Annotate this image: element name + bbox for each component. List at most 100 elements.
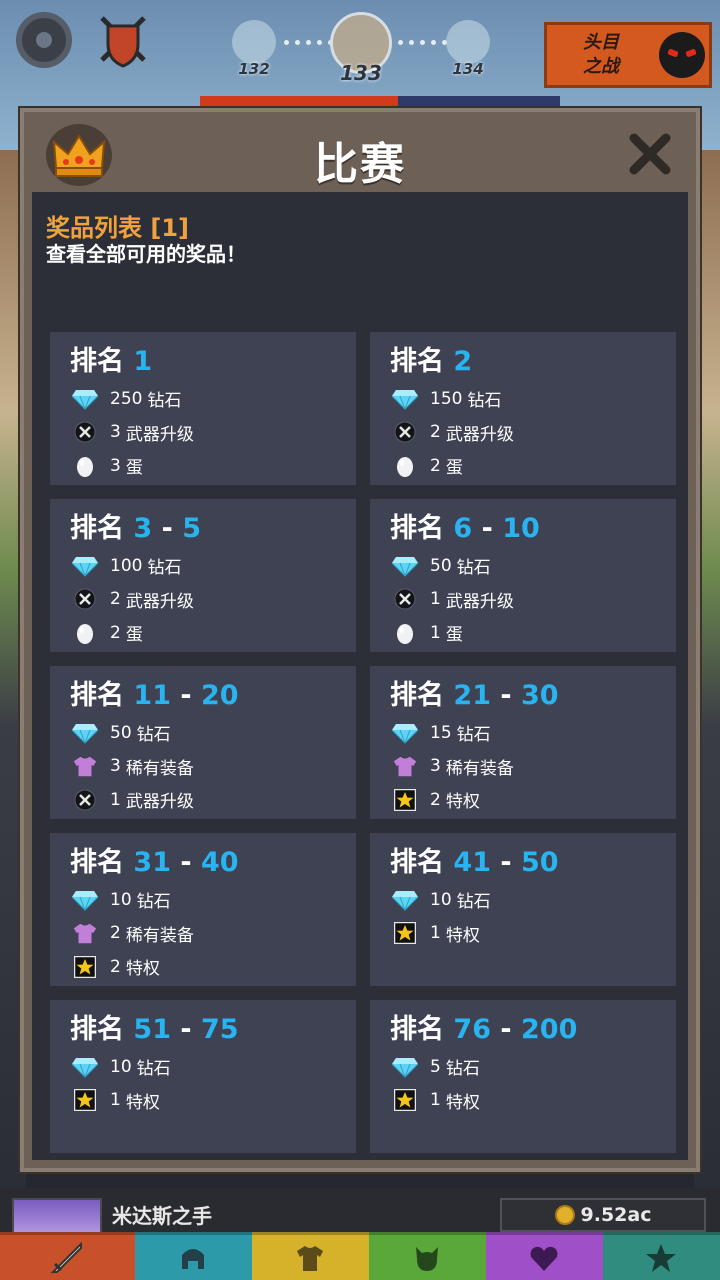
reward-item: 3 稀有装备 [70, 750, 356, 784]
reward-item: 1 特权 [390, 917, 676, 951]
privilege-star-icon [72, 954, 98, 980]
sword-icon [50, 1241, 83, 1273]
reward-amount: 10 [110, 889, 132, 910]
tab-sword[interactable] [0, 1232, 135, 1280]
rare-gear-icon [72, 920, 98, 946]
reward-amount: 5 [430, 1056, 441, 1077]
gold-counter: 9.52ac [500, 1198, 706, 1232]
diamond-icon [392, 386, 418, 412]
reward-label: 钻石 [136, 892, 171, 913]
rank-label: 排名 [390, 1014, 444, 1045]
reward-amount: 2 [110, 589, 121, 610]
diamond-icon [392, 1054, 418, 1080]
reward-amount: 2 [430, 789, 441, 810]
tab-armor[interactable] [251, 1232, 369, 1280]
reward-label: 特权 [125, 1092, 160, 1113]
gold-coin-icon [554, 1205, 575, 1225]
rank-label: 排名 [70, 346, 124, 377]
reward-label: 武器升级 [125, 591, 194, 612]
reward-amount: 2 [110, 622, 121, 643]
stage-dots [284, 40, 333, 46]
shirt-icon [297, 1245, 324, 1271]
reward-amount: 3 [430, 756, 441, 777]
reward-item: 2 特权 [390, 783, 676, 817]
privilege-star-icon [392, 1087, 418, 1113]
tab-helmet[interactable] [134, 1232, 252, 1280]
modal-header: 比赛 [24, 112, 696, 194]
heart-icon [530, 1246, 558, 1271]
tab-relic[interactable] [485, 1232, 603, 1280]
rank-range: 排名 2 [390, 342, 676, 382]
reward-label: 特权 [445, 925, 480, 946]
reward-amount: 100 [110, 555, 143, 576]
settings-gear-icon[interactable] [16, 12, 72, 68]
egg-icon [392, 620, 418, 646]
reward-item: 3 武器升级 [70, 416, 356, 450]
boss-battle-button[interactable]: 头目 之战 [544, 22, 712, 88]
modal-body: 奖品列表 [1] 查看全部可用的奖品！ 排名 1 250 钻石 3 武器升级 3 蛋排名 2… [32, 192, 688, 1160]
prize-tier-card: 排名 11 - 20 50 钻石 3 稀有装备 1 武器升级 [50, 666, 356, 819]
reward-amount: 1 [430, 589, 441, 610]
tab-achievements[interactable] [602, 1232, 720, 1280]
reward-item: 100 钻石 [70, 549, 356, 583]
reward-item: 2 特权 [70, 950, 356, 984]
reward-amount: 15 [430, 722, 452, 743]
reward-label: 钻石 [456, 725, 491, 746]
rank-to: 10 [502, 513, 540, 544]
rank-to: 50 [521, 847, 559, 878]
reward-item: 1蛋 [390, 616, 676, 650]
prize-tier-card: 排名 21 - 30 15 钻石 3 稀有装备 2 特权 [370, 666, 676, 819]
reward-label: 稀有装备 [125, 925, 194, 946]
rank-to: 200 [521, 1014, 578, 1045]
reward-amount: 50 [110, 722, 132, 743]
reward-amount: 2 [110, 956, 121, 977]
prize-tier-card: 排名 31 - 40 10 钻石 2 稀有装备 2 特权 [50, 833, 356, 986]
reward-label: 蛋 [445, 625, 463, 646]
rank-label: 排名 [390, 847, 444, 878]
close-icon[interactable] [624, 128, 676, 180]
crossed-swords-shield-icon[interactable] [98, 14, 148, 68]
rank-dash: - [180, 847, 192, 878]
rank-range: 排名 3 - 5 [70, 509, 356, 549]
reward-amount: 50 [430, 555, 452, 576]
reward-item: 5 钻石 [390, 1050, 676, 1084]
rank-range: 排名 21 - 30 [390, 676, 676, 716]
rank-from: 21 [453, 680, 491, 711]
tournament-modal: 比赛 奖品列表 [1] 查看全部可用的奖品！ 排名 1 250 钻石 3 武器升级 3 蛋排… [20, 108, 700, 1172]
privilege-star-icon [392, 787, 418, 813]
prize-tier-card: 排名 76 - 200 5 钻石 1 特权 [370, 1000, 676, 1153]
privilege-star-icon [392, 920, 418, 946]
diamond-icon [392, 553, 418, 579]
rank-label: 排名 [70, 1014, 124, 1045]
reward-amount: 3 [110, 756, 121, 777]
prize-tier-card: 排名 1 250 钻石 3 武器升级 3 蛋 [50, 332, 356, 485]
rank-from: 51 [133, 1014, 171, 1045]
rank-dash: - [161, 513, 173, 544]
rank-from: 41 [453, 847, 491, 878]
reward-item: 15 钻石 [390, 716, 676, 750]
diamond-icon [72, 386, 98, 412]
reward-item: 10 钻石 [70, 883, 356, 917]
reward-item: 50 钻石 [390, 549, 676, 583]
rank-to: 40 [201, 847, 239, 878]
prize-tier-grid: 排名 1 250 钻石 3 武器升级 3 蛋排名 2 150 钻石 2 武器升级 2 蛋排名 3 - 5… [50, 332, 676, 1153]
reward-label: 蛋 [125, 625, 143, 646]
tab-pet[interactable] [368, 1232, 486, 1280]
rank-label: 排名 [390, 346, 444, 377]
rare-gear-icon [392, 753, 418, 779]
reward-item: 2蛋 [70, 616, 356, 650]
stage-dots [398, 40, 447, 46]
rank-dash: - [500, 847, 512, 878]
reward-label: 蛋 [445, 458, 463, 479]
diamond-icon [72, 720, 98, 746]
egg-icon [72, 453, 98, 479]
rank-range: 排名 41 - 50 [390, 843, 676, 883]
top-hud: 132 133 134 头目 之战 [0, 0, 720, 100]
prize-tier-card: 排名 6 - 10 50 钻石 1 武器升级 1 蛋 [370, 499, 676, 652]
reward-item: 3蛋 [70, 449, 356, 483]
pet-icon [416, 1246, 439, 1271]
weapon-upgrade-icon [392, 586, 418, 612]
weapon-upgrade-icon [392, 419, 418, 445]
hero-name: 米达斯之手 [112, 1204, 212, 1228]
reward-amount: 1 [110, 1090, 121, 1111]
